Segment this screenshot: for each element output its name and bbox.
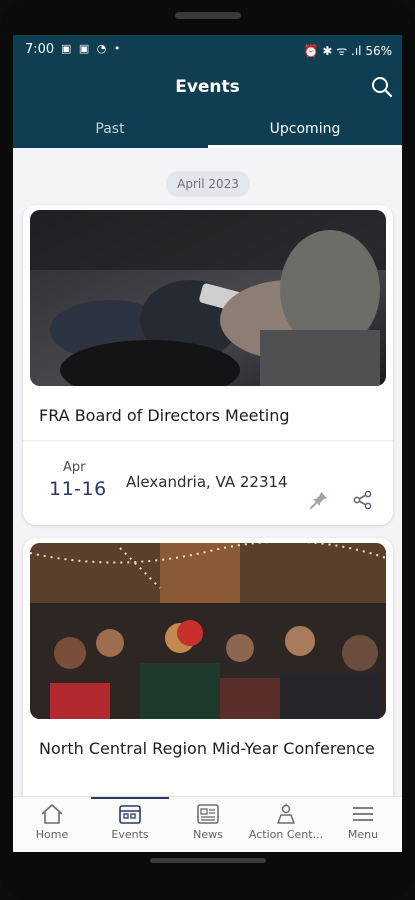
nav-label: Menu: [347, 828, 379, 841]
event-card[interactable]: FRA Board of Directors Meeting Apr 11-16…: [23, 205, 393, 525]
bottom-navigation: Home Events News Action Cent... Menu: [13, 796, 402, 852]
nav-label: Home: [35, 828, 69, 841]
nav-item-home[interactable]: Home: [13, 803, 91, 851]
tab-past[interactable]: Past: [13, 118, 207, 148]
nav-label: News: [193, 828, 223, 841]
event-title: FRA Board of Directors Meeting: [39, 406, 290, 425]
status-bar: 7:00 ▣ ▣ ◔ • ⏰ ✱ ᯤ .ıl 56%: [13, 35, 402, 65]
app-header: Events Past Upcoming: [13, 65, 402, 148]
notification-icons: ▣ ▣ ◔ •: [61, 42, 123, 55]
gesture-bar: [150, 858, 266, 863]
megaphone-icon: [277, 803, 295, 824]
nav-item-action-center[interactable]: Action Cent...: [247, 803, 325, 851]
phone-frame: 7:00 ▣ ▣ ◔ • ⏰ ✱ ᯤ .ıl 56% Events Past U…: [0, 0, 415, 900]
event-month: Apr: [63, 460, 86, 475]
pin-icon[interactable]: [309, 490, 329, 510]
card-divider: [23, 440, 393, 441]
nav-active-indicator: [91, 797, 169, 799]
event-title: North Central Region Mid-Year Conference: [39, 739, 375, 758]
month-chip: April 2023: [166, 171, 250, 197]
event-image: [30, 543, 386, 719]
nav-item-menu[interactable]: Menu: [324, 803, 402, 851]
tab-upcoming[interactable]: Upcoming: [208, 118, 402, 148]
search-icon[interactable]: [370, 75, 394, 99]
nav-label: Events: [111, 828, 149, 841]
page-title: Events: [175, 77, 240, 97]
nav-label: Action Cent...: [248, 828, 324, 841]
nav-item-news[interactable]: News: [169, 803, 247, 851]
calendar-icon: [119, 805, 141, 824]
speaker-grille: [175, 12, 241, 19]
home-icon: [41, 804, 63, 824]
event-image: [30, 210, 386, 386]
nav-item-events[interactable]: Events: [91, 803, 169, 851]
share-icon[interactable]: [353, 490, 373, 510]
menu-icon: [353, 807, 373, 821]
news-icon: [197, 804, 219, 824]
event-tabs: Past Upcoming: [13, 118, 402, 148]
tab-indicator: [208, 145, 402, 148]
app-screen: 7:00 ▣ ▣ ◔ • ⏰ ✱ ᯤ .ıl 56% Events Past U…: [13, 35, 402, 852]
event-days: 11-16: [49, 478, 107, 500]
event-card[interactable]: North Central Region Mid-Year Conference: [23, 538, 393, 838]
system-status-icons: ⏰ ✱ ᯤ .ıl 56%: [303, 44, 392, 58]
status-time: 7:00: [25, 42, 55, 57]
event-location: Alexandria, VA 22314: [126, 473, 288, 491]
